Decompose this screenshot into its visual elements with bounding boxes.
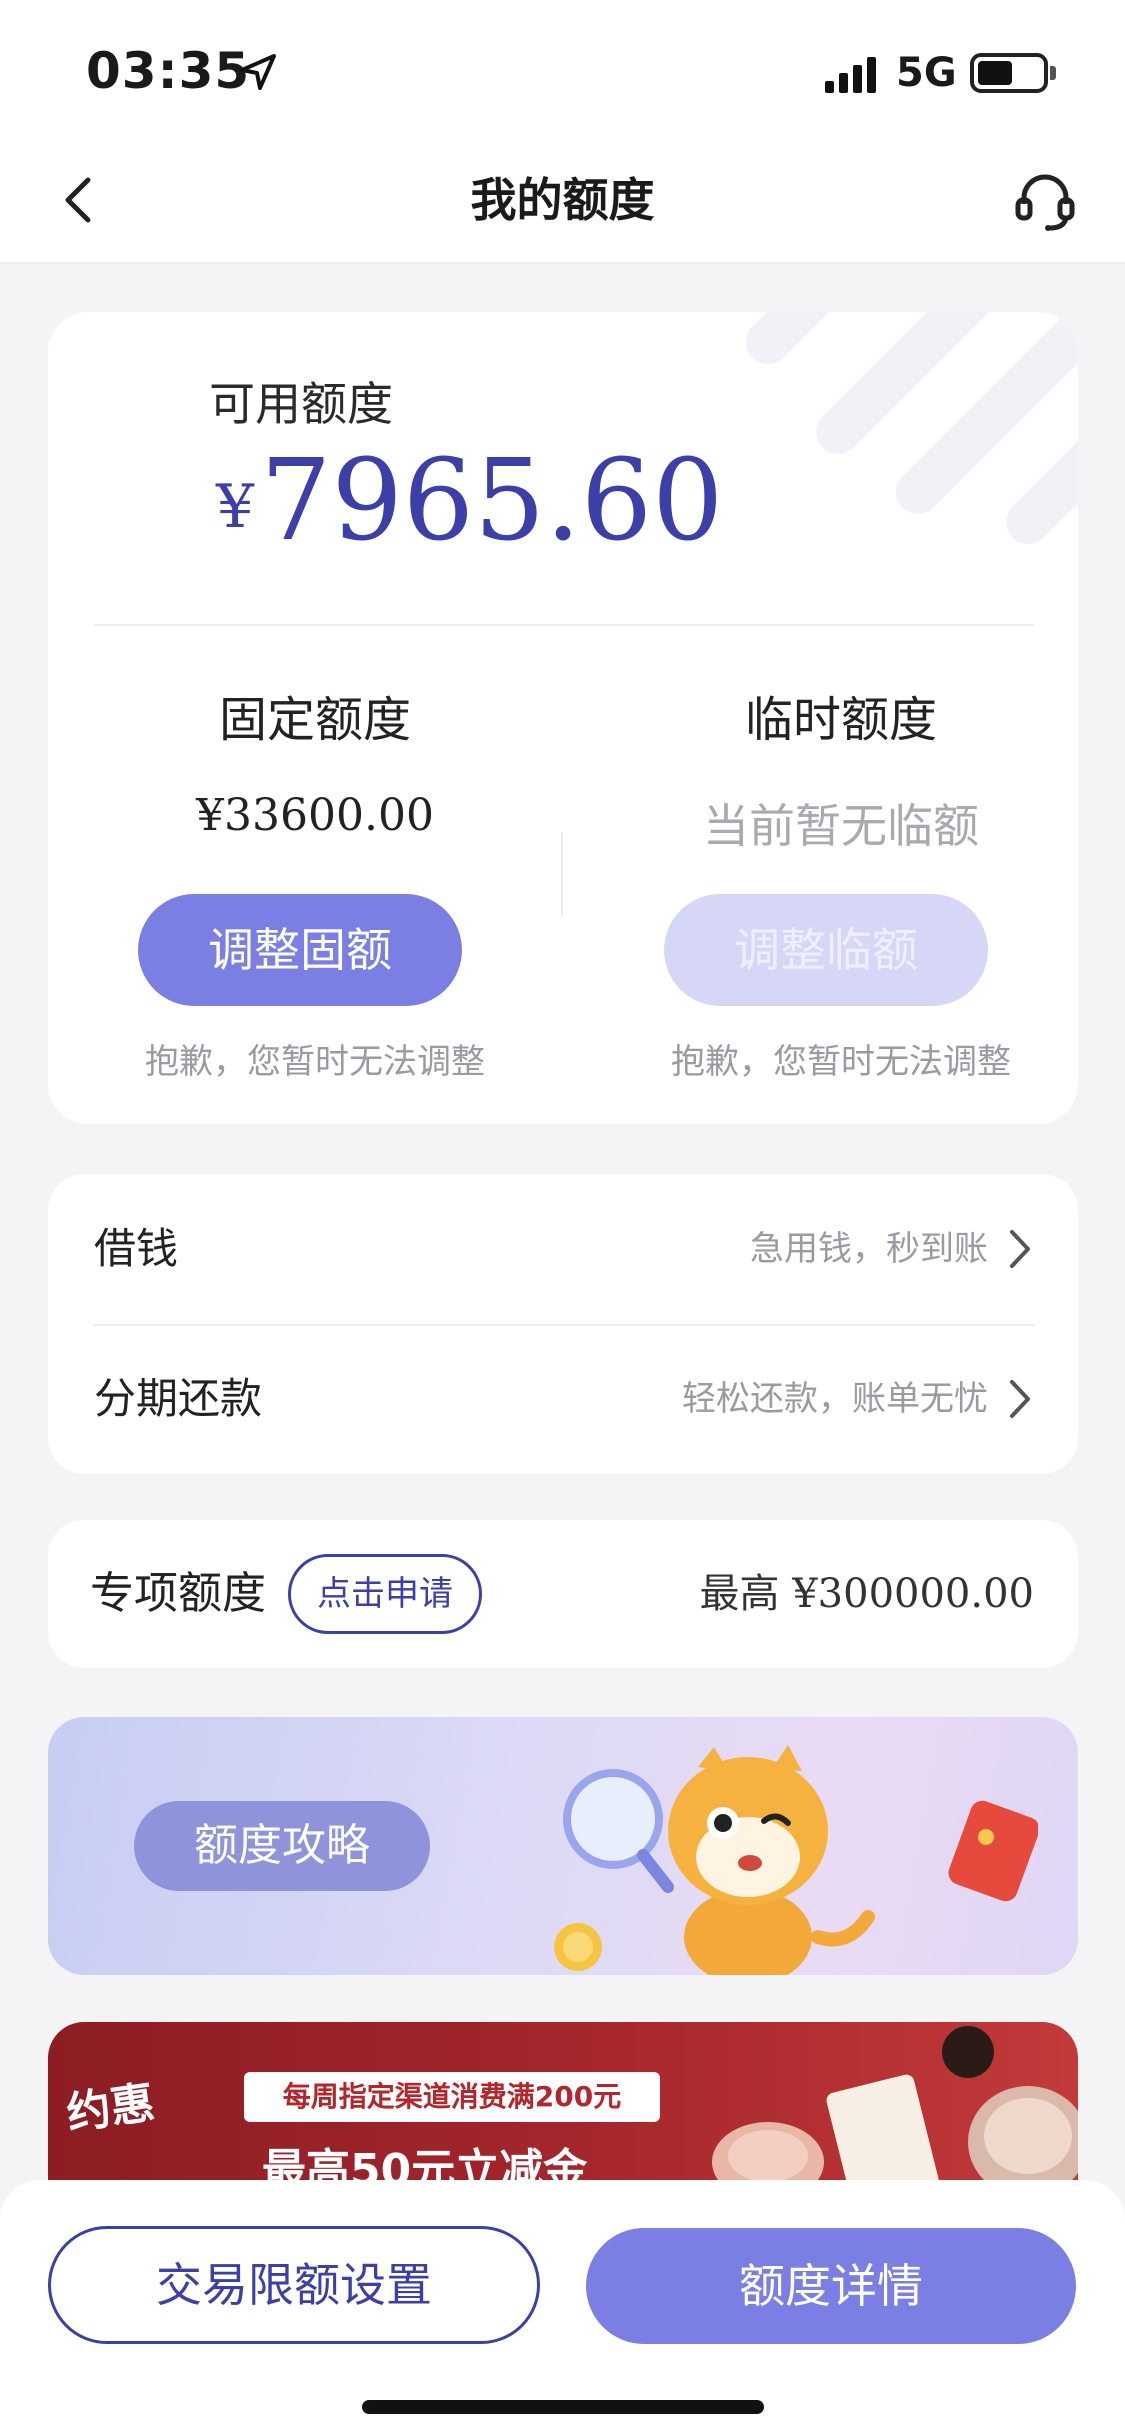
credit-guide-label: 额度攻略	[134, 1801, 430, 1891]
service-list: 借钱 急用钱，秒到账 分期还款 轻松还款，账单无忧	[48, 1174, 1078, 1474]
adjust-fixed-button[interactable]: 调整固额	[138, 894, 462, 1006]
available-credit-label: 可用额度	[209, 377, 393, 431]
promo-side-text: 约惠	[63, 2077, 158, 2140]
limit-settings-button[interactable]: 交易限额设置	[48, 2226, 540, 2344]
headset-icon[interactable]	[1012, 168, 1078, 234]
promo-banner[interactable]: 约惠 每周指定渠道消费满200元 最高50元立减金	[48, 2022, 1078, 2202]
list-item-label: 借钱	[94, 1224, 179, 1273]
battery-icon	[970, 53, 1048, 93]
available-credit-amount: ¥7965.60	[216, 436, 723, 566]
column-divider	[561, 832, 563, 916]
list-item-hint: 轻松还款，账单无忧	[682, 1379, 988, 1419]
card-divider	[94, 624, 1034, 626]
list-item-installment[interactable]: 分期还款 轻松还款，账单无忧	[48, 1324, 1078, 1474]
promo-food-illustration	[712, 2026, 1078, 2202]
card-decoration	[746, 312, 1078, 544]
fixed-credit-title: 固定额度	[218, 692, 411, 748]
battery-nub	[1050, 66, 1056, 80]
promo-subtitle: 每周指定渠道消费满200元	[244, 2072, 660, 2122]
location-arrow-icon	[240, 54, 276, 90]
max-prefix: 最高	[699, 1571, 780, 1617]
fixed-credit-value: ¥33600.00	[196, 790, 434, 841]
temporary-credit-title: 临时额度	[744, 692, 937, 748]
tiger-mascot-illustration	[554, 1745, 1038, 1975]
signal-bars-icon	[825, 57, 876, 93]
credit-card: 可用额度 ¥7965.60 固定额度 ¥33600.00 调整固额 抱歉，您暂时…	[48, 312, 1078, 1124]
credit-guide-banner[interactable]: 额度攻略	[48, 1717, 1078, 1975]
list-item-borrow[interactable]: 借钱 急用钱，秒到账	[48, 1174, 1078, 1324]
home-indicator	[362, 2400, 764, 2414]
special-credit-max: 最高 ¥300000.00	[700, 1520, 1034, 1668]
credit-details-button[interactable]: 额度详情	[586, 2228, 1076, 2344]
currency-symbol: ¥	[216, 472, 255, 542]
temporary-credit-value: 当前暂无临额	[703, 799, 979, 853]
page-title: 我的额度	[470, 173, 655, 227]
list-item-hint: 急用钱，秒到账	[750, 1229, 988, 1269]
chevron-right-icon	[1010, 1230, 1030, 1268]
special-credit-card: 专项额度 点击申请 最高 ¥300000.00	[48, 1520, 1078, 1668]
special-credit-label: 专项额度	[90, 1568, 266, 1619]
max-value: ¥300000.00	[792, 1571, 1034, 1617]
chevron-right-icon	[1010, 1380, 1030, 1418]
list-item-label: 分期还款	[94, 1374, 263, 1423]
temporary-credit-note: 抱歉，您暂时无法调整	[671, 1042, 1011, 1082]
apply-button[interactable]: 点击申请	[288, 1554, 482, 1634]
adjust-temporary-button[interactable]: 调整临额	[664, 894, 988, 1006]
available-credit-value: 7965.60	[260, 436, 724, 566]
network-type: 5G	[896, 50, 957, 96]
fixed-credit-note: 抱歉，您暂时无法调整	[145, 1042, 485, 1082]
status-time: 03:35	[86, 42, 251, 100]
